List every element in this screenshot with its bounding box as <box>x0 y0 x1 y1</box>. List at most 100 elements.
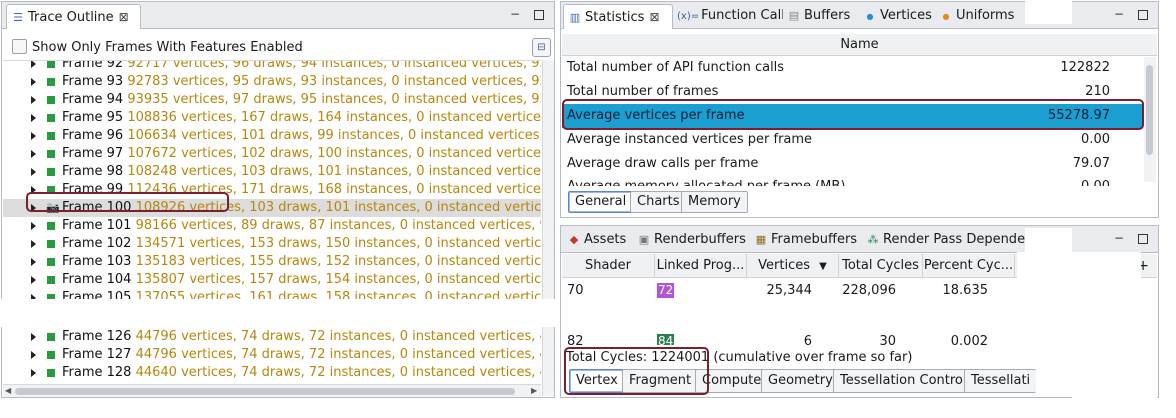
frame-row[interactable]: Frame 94 93935 vertices, 97 draws, 95 in… <box>3 91 541 109</box>
tab-label: Assets <box>584 232 627 247</box>
tab-compute[interactable]: Compute <box>695 369 769 393</box>
framebuffers-icon: ▦ <box>755 233 767 246</box>
tab-trace-outline[interactable]: ☰ Trace Outline ⊠ <box>6 4 141 29</box>
expand-icon[interactable] <box>31 186 36 194</box>
tab-tessellation-control[interactable]: Tessellation Control <box>833 369 974 393</box>
tab-label: Renderbuffers <box>654 232 746 247</box>
minimize-button[interactable]: − <box>1112 8 1126 22</box>
memory-button[interactable]: Memory <box>681 191 748 213</box>
collapse-all-button[interactable]: ⊟ <box>532 38 551 57</box>
tab-tessellation-evaluation[interactable]: Tessellati <box>964 369 1037 393</box>
program-id-value[interactable]: 84 <box>657 334 675 345</box>
renderbuffers-icon: ▣ <box>638 233 650 246</box>
expand-icon[interactable] <box>31 78 36 86</box>
frame-row[interactable]: Frame 127 44796 vertices, 74 draws, 72 i… <box>3 346 541 364</box>
tab-vertices[interactable]: ● Vertices <box>859 4 935 29</box>
close-icon[interactable]: ⊠ <box>119 10 129 24</box>
tab-function-call[interactable]: (x)= Function Call <box>673 4 783 29</box>
show-only-frames-checkbox[interactable]: Show Only Frames With Features Enabled <box>12 39 303 57</box>
statistics-row[interactable]: Average draw calls per frame 79.07 <box>562 152 1142 176</box>
frame-row[interactable]: 📷 Frame 100 108926 vertices, 103 draws, 1… <box>3 199 541 217</box>
expand-icon[interactable] <box>31 369 36 377</box>
column-vertices[interactable]: Vertices ▼ <box>747 254 839 278</box>
render-pass-icon: ⁂ <box>867 233 879 246</box>
frame-label: Frame 126 44796 vertices, 74 draws, 72 i… <box>62 328 541 346</box>
scrollbar-thumb[interactable] <box>15 388 515 395</box>
statistics-row[interactable]: Total number of frames 210 <box>562 80 1142 104</box>
frame-tree[interactable]: Frame 92 92717 vertices, 96 draws, 94 in… <box>3 60 541 383</box>
frame-row[interactable]: Frame 98 108248 vertices, 103 draws, 101… <box>3 163 541 181</box>
frame-row[interactable]: Frame 101 98166 vertices, 89 draws, 87 i… <box>3 217 541 235</box>
statistics-row[interactable]: Total number of API function calls 122822 <box>562 56 1142 80</box>
expand-icon[interactable] <box>31 204 36 212</box>
scroll-left-icon[interactable]: ◀ <box>5 386 11 395</box>
name-column-header[interactable]: Name <box>562 34 1157 56</box>
general-button[interactable]: General <box>568 191 634 213</box>
frame-row[interactable]: Frame 103 135183 vertices, 155 draws, 15… <box>3 253 541 271</box>
vertical-scrollbar[interactable] <box>542 60 554 396</box>
tab-fragment[interactable]: Fragment <box>622 369 699 393</box>
statistics-row[interactable]: Average memory allocated per frame (MB) 0… <box>562 176 1142 186</box>
close-icon[interactable]: ⊠ <box>649 10 659 24</box>
expand-icon[interactable] <box>31 96 36 104</box>
tab-framebuffers[interactable]: ▦ Framebuffers <box>750 228 862 253</box>
expand-icon[interactable] <box>31 61 36 68</box>
expand-icon[interactable] <box>31 222 36 230</box>
scrollbar-thumb[interactable] <box>1146 65 1153 155</box>
horizontal-scrollbar[interactable]: ◀ ▶ <box>3 384 541 397</box>
column-percent-cycles[interactable]: Percent Cyc... <box>923 254 1015 278</box>
expand-icon[interactable] <box>31 276 36 284</box>
statistics-scrollbar[interactable] <box>1144 57 1156 182</box>
expand-icon[interactable] <box>31 351 36 359</box>
frame-name: Frame 97 <box>62 146 124 161</box>
statistic-value: 55278.97 <box>1047 108 1110 123</box>
tab-buffers[interactable]: ▤ Buffers <box>783 4 859 29</box>
expand-icon[interactable] <box>31 114 36 122</box>
expand-icon[interactable] <box>31 240 36 248</box>
statistics-row[interactable]: Average vertices per frame 55278.97 <box>562 104 1142 128</box>
maximize-button[interactable] <box>532 8 546 22</box>
frame-status-icon <box>47 150 55 158</box>
frame-row[interactable]: Frame 96 106634 vertices, 101 draws, 99 … <box>3 127 541 145</box>
tab-uniforms[interactable]: ● Uniforms <box>935 4 1025 29</box>
column-shader[interactable]: Shader <box>562 254 655 278</box>
tab-geometry[interactable]: Geometry <box>761 369 840 393</box>
checkbox-icon[interactable] <box>12 39 27 54</box>
expand-icon[interactable] <box>31 258 36 266</box>
expand-icon[interactable] <box>31 333 36 341</box>
program-id-value[interactable]: 72 <box>657 283 675 298</box>
frame-details: 44796 vertices, 74 draws, 72 instances, … <box>135 347 541 362</box>
expand-icon[interactable] <box>31 150 36 158</box>
tab-render-pass[interactable]: ⁂ Render Pass Depende <box>862 228 1028 253</box>
column-total-cycles[interactable]: Total Cycles <box>839 254 923 278</box>
frame-row[interactable]: Frame 92 92717 vertices, 96 draws, 94 in… <box>3 61 541 73</box>
tab-statistics[interactable]: ▥ Statistics ⊠ <box>563 4 673 29</box>
statistics-row[interactable]: Average instanced vertices per frame 0.00 <box>562 128 1142 152</box>
frame-details: 112436 vertices, 171 draws, 168 instance… <box>127 182 541 197</box>
shader-row[interactable]: 82 84 6 30 0.002 <box>562 331 1017 345</box>
frame-row[interactable]: Frame 97 107672 vertices, 102 draws, 100… <box>3 145 541 163</box>
column-linked-program[interactable]: Linked Prog... <box>655 254 747 278</box>
tab-vertex[interactable]: Vertex <box>569 369 625 393</box>
expand-icon[interactable] <box>31 168 36 176</box>
maximize-button[interactable] <box>1136 232 1150 246</box>
minimize-button[interactable]: − <box>1112 232 1126 246</box>
maximize-button[interactable] <box>1136 8 1150 22</box>
frame-row[interactable]: Frame 126 44796 vertices, 74 draws, 72 i… <box>3 328 541 346</box>
frame-details: 106634 vertices, 101 draws, 99 instances… <box>127 128 541 143</box>
frame-name: Frame 104 <box>62 272 132 287</box>
frame-row[interactable]: Frame 128 44640 vertices, 74 draws, 72 i… <box>3 364 541 382</box>
percent-cycles-value: 18.635 <box>942 283 989 298</box>
expand-icon[interactable] <box>31 132 36 140</box>
frame-details: 44796 vertices, 74 draws, 72 instances, … <box>135 329 541 344</box>
tab-renderbuffers[interactable]: ▣ Renderbuffers <box>633 228 749 253</box>
charts-button[interactable]: Charts <box>630 191 687 213</box>
scroll-right-icon[interactable]: ▶ <box>531 386 537 395</box>
frame-row[interactable]: Frame 93 92783 vertices, 95 draws, 93 in… <box>3 73 541 91</box>
tab-assets[interactable]: ◆ Assets <box>563 228 631 253</box>
frame-row[interactable]: Frame 99 112436 vertices, 171 draws, 168… <box>3 181 541 199</box>
frame-row[interactable]: Frame 102 134571 vertices, 153 draws, 15… <box>3 235 541 253</box>
frame-row[interactable]: Frame 95 108836 vertices, 167 draws, 164… <box>3 109 541 127</box>
frame-row[interactable]: Frame 104 135807 vertices, 157 draws, 15… <box>3 271 541 289</box>
minimize-button[interactable]: − <box>508 8 522 22</box>
